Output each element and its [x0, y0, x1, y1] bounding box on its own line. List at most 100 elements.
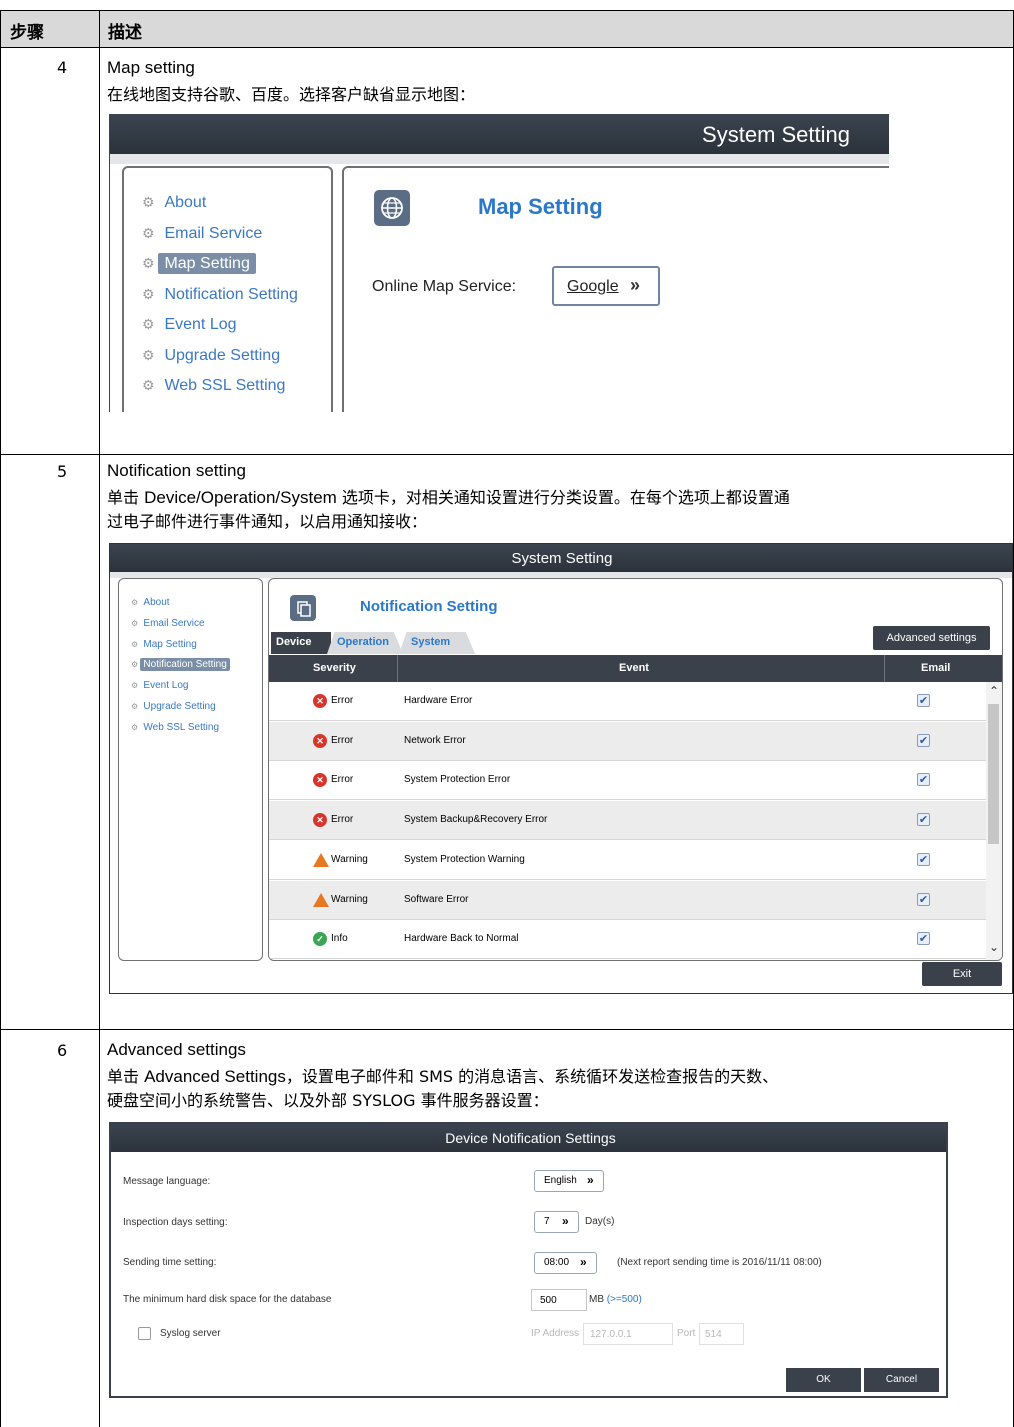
sidebar-item-web-ssl-setting[interactable]: ⚙ Web SSL Setting: [131, 722, 222, 733]
advanced-settings-button[interactable]: Advanced settings: [873, 626, 990, 650]
scroll-thumb[interactable]: [988, 704, 999, 844]
sending-note: (Next report sending time is 2016/11/11 …: [617, 1257, 822, 1268]
scrollbar[interactable]: ⌃ ⌄: [986, 682, 1002, 960]
table-row: Warning System Protection Warning ✔: [269, 840, 986, 880]
severity-label: Error: [331, 814, 354, 826]
sidebar-item-label: Email Service: [143, 617, 205, 629]
chevron-down-icon: »: [630, 275, 641, 295]
email-checkbox[interactable]: ✔: [917, 852, 930, 866]
window-title: System Setting: [702, 122, 850, 147]
sending-select[interactable]: 08:00 »: [534, 1252, 597, 1274]
disk-label: The minimum hard disk space for the data…: [123, 1294, 332, 1305]
disk-hint: (>=500): [606, 1294, 642, 1305]
ip-address-input[interactable]: 127.0.0.1: [583, 1323, 673, 1345]
gear-icon: ⚙: [142, 346, 159, 363]
button-label: Advanced settings: [886, 632, 977, 644]
table-row: ✕ Error Network Error ✔: [269, 721, 986, 761]
row-title: Notification setting: [107, 461, 246, 480]
sidebar-item-notification-setting[interactable]: ⚙ Notification Setting: [131, 658, 230, 672]
sidebar-item-map-setting[interactable]: ⚙ Map Setting: [142, 253, 256, 274]
sidebar-item-about[interactable]: ⚙ About: [131, 597, 173, 608]
tab-operation[interactable]: Operation: [327, 632, 403, 654]
table-row: Warning Software Error ✔: [269, 880, 986, 920]
scroll-down-icon[interactable]: ⌄: [989, 940, 999, 954]
email-checkbox[interactable]: ✔: [917, 694, 930, 707]
notification-setting-screenshot: System Setting ⚙ About ⚙ Email Service ⚙ M…: [109, 543, 1013, 994]
notification-icon: [290, 595, 316, 621]
cancel-button[interactable]: Cancel: [864, 1368, 939, 1392]
port-input[interactable]: 514: [699, 1323, 744, 1345]
window-title: System Setting: [511, 550, 613, 567]
chevron-down-icon: »: [562, 1214, 569, 1228]
sidebar-item-event-log[interactable]: ⚙ Event Log: [142, 316, 243, 334]
scroll-up-icon[interactable]: ⌃: [989, 684, 999, 698]
gear-icon: ⚙: [142, 285, 159, 302]
sidebar-item-map-setting[interactable]: ⚙ Map Setting: [131, 639, 200, 650]
column-email: Email: [921, 662, 951, 674]
language-select[interactable]: English »: [534, 1170, 604, 1192]
sidebar-item-label: Upgrade Setting: [143, 701, 216, 712]
event-label: System Protection Warning: [404, 853, 525, 865]
error-icon: ✕: [313, 694, 327, 708]
error-icon: ✕: [313, 813, 327, 828]
info-icon: ✓: [313, 932, 327, 947]
column-event: Event: [619, 662, 649, 674]
sidebar-item-upgrade-setting[interactable]: ⚙ Upgrade Setting: [142, 347, 286, 365]
ip-value: 127.0.0.1: [590, 1329, 632, 1340]
email-checkbox[interactable]: ✔: [917, 932, 930, 946]
exit-button[interactable]: Exit: [922, 962, 1002, 986]
gear-icon: ⚙: [142, 194, 159, 210]
button-label: OK: [816, 1374, 831, 1385]
sidebar-item-event-log[interactable]: ⚙ Event Log: [131, 680, 191, 691]
map-setting-screenshot: System Setting ⚙ About ⚙ Email Service ⚙ M…: [109, 114, 889, 412]
port-value: 514: [705, 1329, 722, 1340]
sending-label: Sending time setting:: [123, 1257, 217, 1268]
inspection-label: Inspection days setting:: [123, 1217, 228, 1228]
globe-icon: [374, 190, 410, 226]
disk-space-input[interactable]: 500: [531, 1289, 587, 1311]
chevron-down-icon: »: [587, 1173, 594, 1187]
page-heading: Notification Setting: [360, 598, 498, 615]
sidebar-item-label: Event Log: [143, 680, 189, 692]
header-description: 描述: [108, 23, 142, 43]
tab-device[interactable]: Device: [271, 632, 331, 654]
email-checkbox[interactable]: ✔: [917, 733, 930, 747]
step-number: 5: [57, 462, 68, 481]
email-checkbox[interactable]: ✔: [917, 813, 930, 827]
sidebar-item-label: Map Setting: [143, 638, 197, 650]
desc-bold: Device/Operation/System: [144, 488, 337, 507]
syslog-checkbox[interactable]: [138, 1327, 151, 1340]
severity-label: Warning: [331, 853, 368, 865]
event-label: Software Error: [404, 893, 469, 905]
event-label: System Protection Error: [404, 774, 511, 786]
event-label: Hardware Back to Normal: [404, 933, 519, 945]
error-icon: ✕: [313, 733, 327, 748]
warning-icon: [313, 892, 329, 907]
sidebar-item-label: Map Setting: [158, 253, 256, 274]
sending-value: 08:00: [544, 1257, 570, 1268]
ok-button[interactable]: OK: [786, 1368, 861, 1392]
syslog-label: Syslog server: [160, 1328, 221, 1339]
dialog-title: Device Notification Settings: [445, 1130, 616, 1146]
sidebar-item-about[interactable]: ⚙ About: [142, 194, 212, 212]
desc-text: ，设置电子邮件和 SMS 的消息语言、系统循环发送检查报告的天数、: [285, 1067, 779, 1086]
table-top-border: [0, 10, 1014, 11]
inspection-unit: Day(s): [585, 1216, 615, 1227]
row-description: 单击 Device/Operation/System 选项卡，对相关通知设置进行…: [107, 487, 1007, 509]
sidebar-item-web-ssl-setting[interactable]: ⚙ Web SSL Setting: [142, 377, 291, 395]
sidebar-item-email-service[interactable]: ⚙ Email Service: [142, 225, 268, 243]
event-label: Network Error: [404, 734, 466, 746]
email-checkbox[interactable]: ✔: [917, 773, 930, 787]
sidebar-item-notification-setting[interactable]: ⚙ Notification Setting: [142, 286, 304, 304]
gear-icon: ⚙: [142, 316, 159, 332]
tab-system[interactable]: System: [399, 632, 475, 654]
map-service-select[interactable]: Google »: [552, 266, 660, 306]
ip-label: IP Address: [531, 1328, 580, 1339]
email-checkbox[interactable]: ✔: [917, 892, 930, 906]
desc-text: 单击: [107, 1067, 145, 1086]
row-description-line2: 过电子邮件进行事件通知，以启用通知接收：: [107, 512, 428, 531]
inspection-select[interactable]: 7 »: [534, 1211, 579, 1233]
desc-text: 单击: [107, 488, 145, 507]
sidebar-item-upgrade-setting[interactable]: ⚙ Upgrade Setting: [131, 701, 219, 712]
sidebar-item-email-service[interactable]: ⚙ Email Service: [131, 618, 208, 629]
